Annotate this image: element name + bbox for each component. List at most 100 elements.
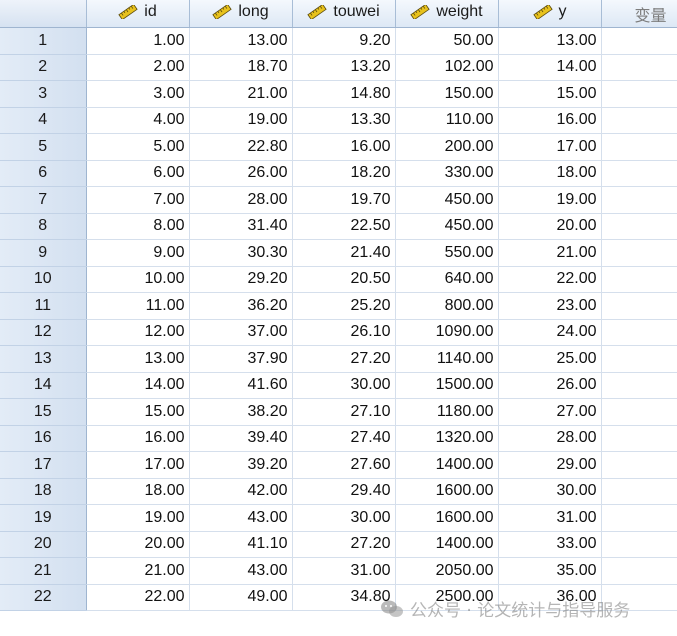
cell-weight[interactable]: 50.00 <box>395 27 499 55</box>
cell-id[interactable]: 21.00 <box>86 557 190 585</box>
cell-weight[interactable]: 1400.00 <box>395 531 499 558</box>
cell-weight[interactable]: 102.00 <box>395 54 499 81</box>
cell-long[interactable]: 13.00 <box>189 27 293 55</box>
cell-y[interactable]: 19.00 <box>498 186 602 214</box>
cell-id[interactable]: 4.00 <box>86 107 190 134</box>
cell-id[interactable]: 8.00 <box>86 213 190 240</box>
cell-id[interactable]: 10.00 <box>86 266 190 293</box>
cell-id[interactable]: 19.00 <box>86 504 190 532</box>
cell-y[interactable]: 28.00 <box>498 425 602 452</box>
cell-weight[interactable]: 1400.00 <box>395 451 499 479</box>
row-number[interactable]: 2 <box>0 54 87 81</box>
cell-touwei[interactable]: 27.60 <box>292 451 396 479</box>
cell-empty[interactable] <box>601 133 677 161</box>
row-number[interactable]: 11 <box>0 292 87 320</box>
row-number[interactable]: 22 <box>0 584 87 611</box>
cell-empty[interactable] <box>601 398 677 426</box>
cell-id[interactable]: 17.00 <box>86 451 190 479</box>
cell-weight[interactable]: 450.00 <box>395 213 499 240</box>
cell-id[interactable]: 18.00 <box>86 478 190 505</box>
cell-empty[interactable] <box>601 425 677 452</box>
cell-touwei[interactable]: 27.20 <box>292 345 396 373</box>
cell-weight[interactable]: 1320.00 <box>395 425 499 452</box>
cell-touwei[interactable]: 22.50 <box>292 213 396 240</box>
cell-long[interactable]: 37.00 <box>189 319 293 346</box>
cell-y[interactable]: 29.00 <box>498 451 602 479</box>
cell-weight[interactable]: 1140.00 <box>395 345 499 373</box>
cell-id[interactable]: 9.00 <box>86 239 190 267</box>
cell-empty[interactable] <box>601 504 677 532</box>
cell-long[interactable]: 49.00 <box>189 584 293 611</box>
cell-y[interactable]: 25.00 <box>498 345 602 373</box>
cell-touwei[interactable]: 9.20 <box>292 27 396 55</box>
cell-y[interactable]: 24.00 <box>498 319 602 346</box>
cell-touwei[interactable]: 27.20 <box>292 531 396 558</box>
cell-touwei[interactable]: 27.40 <box>292 425 396 452</box>
cell-long[interactable]: 30.30 <box>189 239 293 267</box>
cell-long[interactable]: 28.00 <box>189 186 293 214</box>
cell-weight[interactable]: 1500.00 <box>395 372 499 399</box>
cell-y[interactable]: 21.00 <box>498 239 602 267</box>
cell-y[interactable]: 23.00 <box>498 292 602 320</box>
cell-long[interactable]: 21.00 <box>189 80 293 108</box>
cell-id[interactable]: 22.00 <box>86 584 190 611</box>
cell-id[interactable]: 13.00 <box>86 345 190 373</box>
cell-touwei[interactable]: 21.40 <box>292 239 396 267</box>
cell-id[interactable]: 5.00 <box>86 133 190 161</box>
cell-touwei[interactable]: 13.30 <box>292 107 396 134</box>
cell-weight[interactable]: 330.00 <box>395 160 499 187</box>
row-number[interactable]: 14 <box>0 372 87 399</box>
cell-touwei[interactable]: 31.00 <box>292 557 396 585</box>
cell-empty[interactable] <box>601 584 677 611</box>
cell-id[interactable]: 7.00 <box>86 186 190 214</box>
cell-empty[interactable] <box>601 107 677 134</box>
cell-y[interactable]: 20.00 <box>498 213 602 240</box>
row-number[interactable]: 1 <box>0 27 87 55</box>
cell-long[interactable]: 39.20 <box>189 451 293 479</box>
cell-touwei[interactable]: 30.00 <box>292 372 396 399</box>
cell-weight[interactable]: 110.00 <box>395 107 499 134</box>
cell-id[interactable]: 6.00 <box>86 160 190 187</box>
cell-empty[interactable] <box>601 213 677 240</box>
cell-y[interactable]: 22.00 <box>498 266 602 293</box>
cell-touwei[interactable]: 25.20 <box>292 292 396 320</box>
cell-weight[interactable]: 1180.00 <box>395 398 499 426</box>
cell-y[interactable]: 27.00 <box>498 398 602 426</box>
cell-long[interactable]: 41.60 <box>189 372 293 399</box>
row-number[interactable]: 21 <box>0 557 87 585</box>
cell-weight[interactable]: 150.00 <box>395 80 499 108</box>
cell-touwei[interactable]: 27.10 <box>292 398 396 426</box>
cell-long[interactable]: 22.80 <box>189 133 293 161</box>
cell-empty[interactable] <box>601 54 677 81</box>
cell-id[interactable]: 11.00 <box>86 292 190 320</box>
column-header-y[interactable]: y <box>498 0 602 28</box>
row-number[interactable]: 7 <box>0 186 87 214</box>
row-number[interactable]: 18 <box>0 478 87 505</box>
column-header-id[interactable]: id <box>86 0 190 28</box>
column-header-touwei[interactable]: touwei <box>292 0 396 28</box>
cell-id[interactable]: 14.00 <box>86 372 190 399</box>
cell-id[interactable]: 1.00 <box>86 27 190 55</box>
cell-empty[interactable] <box>601 531 677 558</box>
row-number[interactable]: 6 <box>0 160 87 187</box>
row-number[interactable]: 10 <box>0 266 87 293</box>
cell-y[interactable]: 35.00 <box>498 557 602 585</box>
row-number[interactable]: 3 <box>0 80 87 108</box>
cell-id[interactable]: 12.00 <box>86 319 190 346</box>
cell-long[interactable]: 43.00 <box>189 504 293 532</box>
cell-y[interactable]: 33.00 <box>498 531 602 558</box>
cell-y[interactable]: 18.00 <box>498 160 602 187</box>
cell-empty[interactable] <box>601 160 677 187</box>
cell-id[interactable]: 15.00 <box>86 398 190 426</box>
cell-long[interactable]: 36.20 <box>189 292 293 320</box>
cell-empty[interactable] <box>601 27 677 55</box>
cell-long[interactable]: 39.40 <box>189 425 293 452</box>
cell-touwei[interactable]: 30.00 <box>292 504 396 532</box>
cell-touwei[interactable]: 13.20 <box>292 54 396 81</box>
cell-y[interactable]: 26.00 <box>498 372 602 399</box>
cell-y[interactable]: 36.00 <box>498 584 602 611</box>
cell-touwei[interactable]: 26.10 <box>292 319 396 346</box>
cell-touwei[interactable]: 14.80 <box>292 80 396 108</box>
row-number[interactable]: 12 <box>0 319 87 346</box>
cell-weight[interactable]: 450.00 <box>395 186 499 214</box>
